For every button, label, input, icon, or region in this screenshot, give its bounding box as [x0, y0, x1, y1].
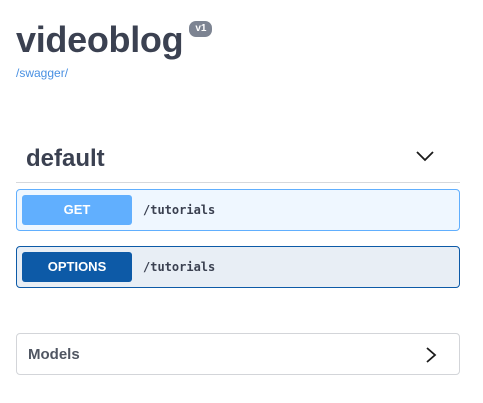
page-title: videoblog [16, 19, 184, 60]
operation-path: /tutorials [143, 260, 216, 274]
chevron-right-icon[interactable] [425, 347, 437, 363]
operation-path: /tutorials [143, 203, 216, 217]
operation-options-tutorials[interactable]: OPTIONS /tutorials [16, 246, 460, 288]
info-title: videoblog v1 [16, 18, 213, 62]
models-section[interactable]: Models [16, 333, 460, 375]
section-title: default [26, 145, 105, 172]
tag-section-default[interactable]: default [16, 140, 460, 183]
operation-get-tutorials[interactable]: GET /tutorials [16, 189, 460, 231]
method-badge-get: GET [22, 195, 132, 225]
swagger-link[interactable]: /swagger/ [16, 66, 68, 80]
version-badge: v1 [189, 21, 213, 37]
method-badge-options: OPTIONS [22, 252, 132, 282]
models-title: Models [28, 346, 80, 363]
chevron-down-icon[interactable] [416, 150, 434, 162]
